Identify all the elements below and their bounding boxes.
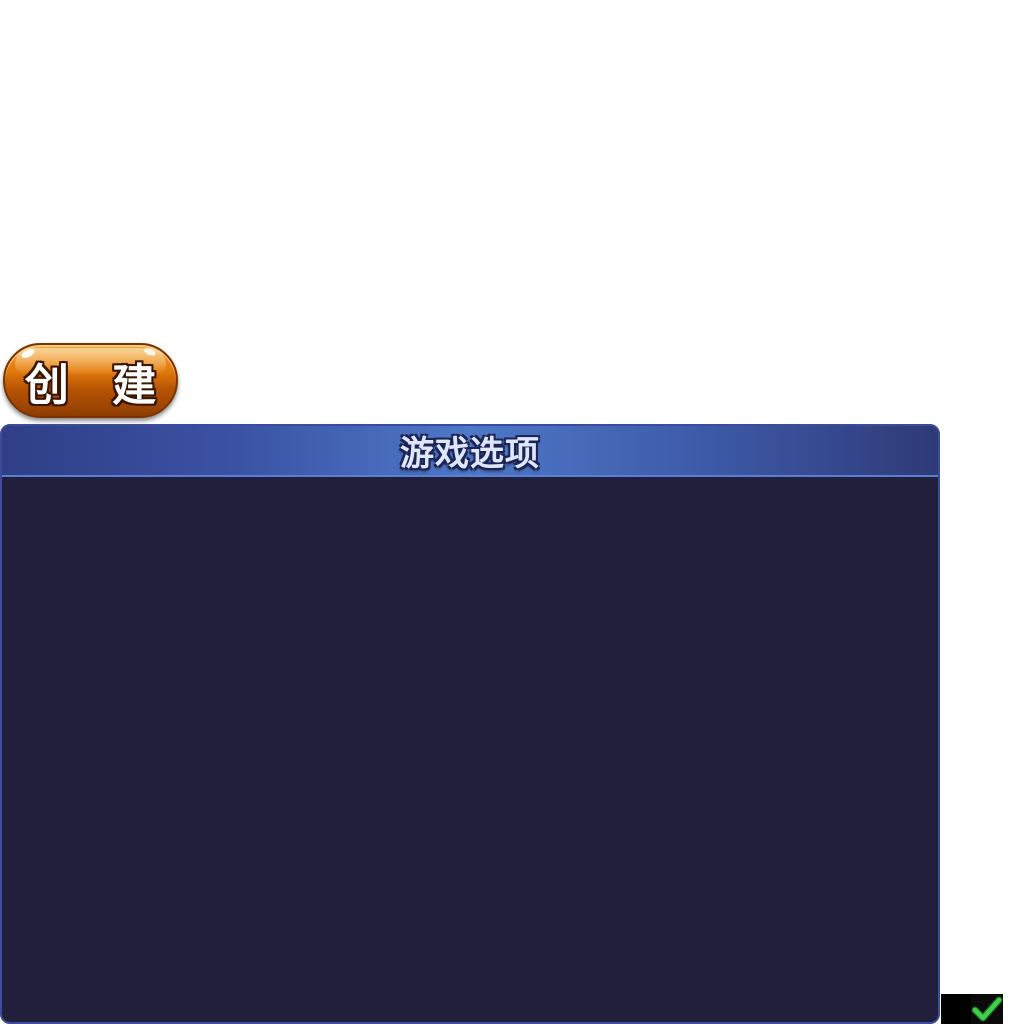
create-button-label: 创 建 [24,359,171,411]
create-button[interactable]: 创 建 [3,343,178,418]
game-screen: 创 建 游戏选项 [0,0,1024,1024]
checkmark-icon[interactable] [971,994,1003,1024]
panel-header: 游戏选项 [2,426,938,477]
panel-body [2,477,938,1022]
game-options-panel: 游戏选项 [0,424,940,1024]
checkbox[interactable] [941,994,971,1024]
panel-title: 游戏选项 [400,434,540,474]
